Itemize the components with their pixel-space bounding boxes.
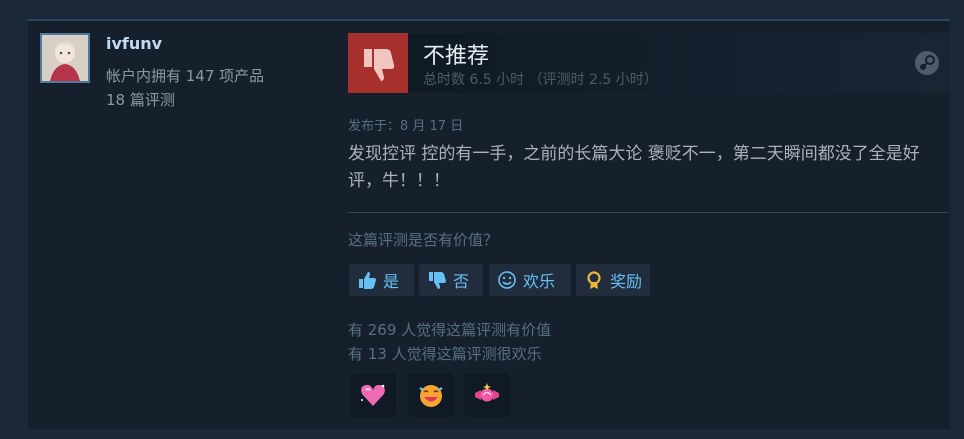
vote-funny-button[interactable]: 欢乐 [489,264,571,296]
laughing-reaction[interactable] [408,373,454,417]
review-body: 发现控评 控的有一手，之前的长篇大论 褒贬不一，第二天瞬间都没了全是好评，牛！！… [348,144,920,191]
award-label: 奖励 [610,272,643,291]
smiley-icon [498,271,516,289]
vote-yes-button[interactable]: 是 [349,264,414,296]
posted-date: 发布于：8 月 17 日 [348,119,464,134]
username[interactable]: ivfunv [106,34,162,53]
heart-reaction-icon [361,384,385,406]
review-count[interactable]: 18 篇评测 [106,89,175,110]
divider [348,212,949,213]
steam-logo-icon [915,51,939,75]
vote-no-label: 否 [453,272,470,291]
vote-yes-label: 是 [383,272,400,291]
thumbs-up-icon [359,272,376,289]
funny-count: 有 13 人觉得这篇评测很欢乐 [348,345,542,363]
review-card: ivfunv 帐户内拥有 147 项产品 18 篇评测 不推荐 总时数 6.5 … [28,21,950,429]
review-verdict: 不推荐 [423,44,490,69]
heart-reaction[interactable] [350,373,396,417]
vote-no-button[interactable]: 否 [419,264,483,296]
award-button[interactable]: 奖励 [576,264,650,296]
user-avatar[interactable] [40,33,90,83]
owned-products[interactable]: 帐户内拥有 147 项产品 [106,65,264,86]
award-icon [587,271,601,289]
candy-reaction-icon [475,383,499,402]
thumbs-down-badge [348,33,408,93]
play-hours: 总时数 6.5 小时 （评测时 2.5 小时） [423,72,658,88]
thumbs-down-icon [429,272,446,289]
thumbs-down-icon [364,49,395,81]
laughing-reaction-icon [419,385,443,407]
review-header[interactable]: 不推荐 总时数 6.5 小时 （评测时 2.5 小时） [348,33,950,93]
helpful-question: 这篇评测是否有价值？ [348,231,499,249]
candy-reaction[interactable] [464,373,510,417]
helpful-count: 有 269 人觉得这篇评测有价值 [348,321,552,339]
vote-funny-label: 欢乐 [523,272,556,291]
